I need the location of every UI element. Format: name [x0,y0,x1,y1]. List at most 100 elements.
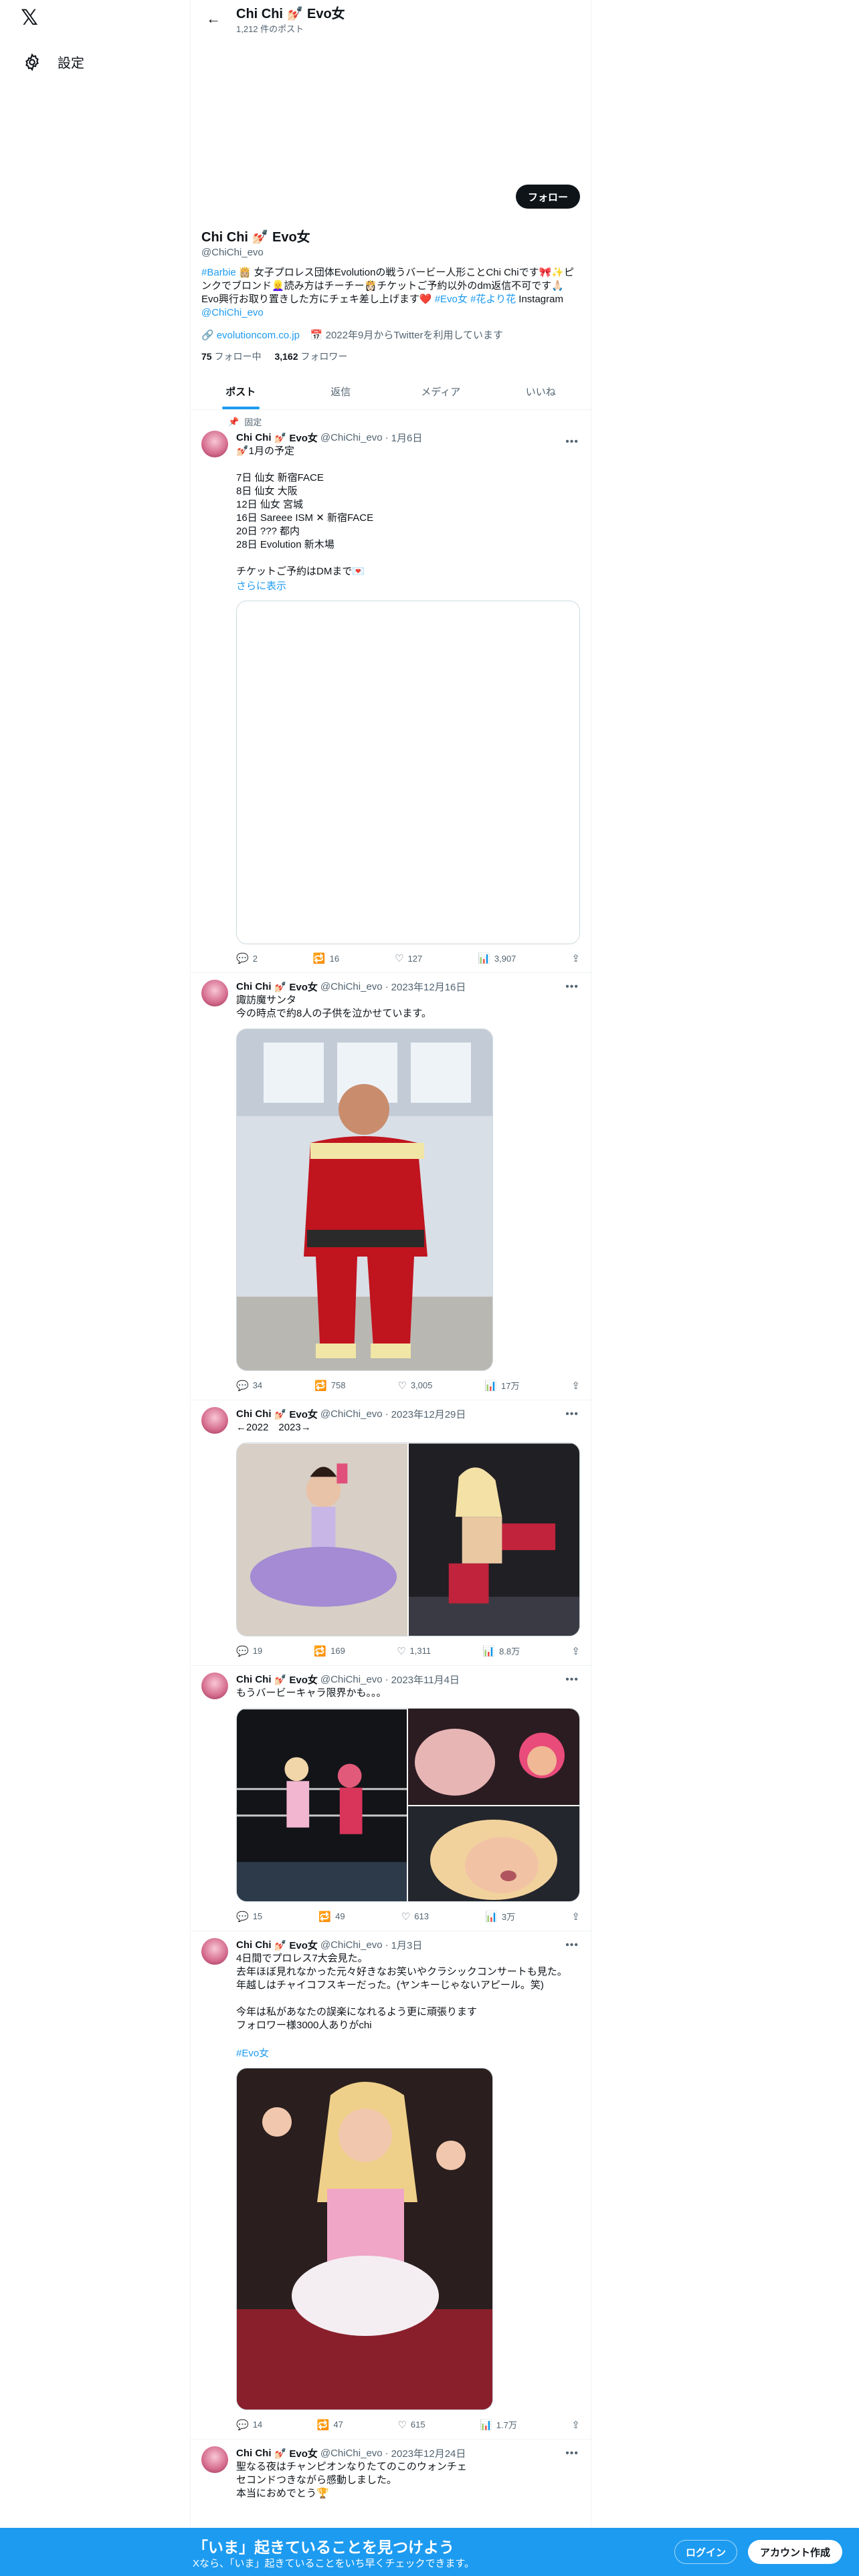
tweet-actions: 💬 14 🔁 47 ♡ 615 📊 1.7万 ⇪ [236,2418,580,2431]
tweet-photo-grid[interactable] [236,1442,580,1636]
avatar[interactable] [201,1407,228,1434]
retweet-button[interactable]: 🔁 169 [314,1644,345,1657]
pinned-label-row: 📌 固定 [191,410,591,428]
tweet-handle[interactable]: @ChiChi_evo [320,2448,383,2459]
profile-meta: 🔗 evolutioncom.co.jp 📅 2022年9月からTwitterを利用… [201,328,580,342]
tweet-photo-grid[interactable] [236,1708,580,1902]
tab-media[interactable]: メディア [391,374,491,409]
like-button[interactable]: ♡ 1,311 [397,1644,431,1657]
retweet-button[interactable]: 🔁 49 [318,1910,345,1923]
reply-button[interactable]: 💬 34 [236,1379,262,1392]
tweet[interactable]: Chi Chi 💅🏻 Evo女 @ChiChi_evo · 1月3日 4日間でプ… [191,1931,591,2440]
tab-replies[interactable]: 返信 [291,374,391,409]
more-icon[interactable]: ••• [565,981,579,993]
tweet-date[interactable]: 2023年11月4日 [391,1673,460,1687]
ring-photo[interactable] [237,1709,407,1902]
reply-button[interactable]: 💬 14 [236,2418,262,2431]
tweet-media[interactable] [236,601,580,944]
retweet-count: 47 [333,2420,343,2430]
bio-hashtag-barbie[interactable]: #Barbie [201,267,236,278]
followers-stat[interactable]: 3,162 フォロワー [274,350,347,363]
views-button[interactable]: 📊 8.8万 [482,1644,520,1657]
tweet-handle[interactable]: @ChiChi_evo [320,1674,383,1685]
tweet-handle[interactable]: @ChiChi_evo [320,432,383,443]
tweet-author-name[interactable]: Chi Chi [236,1939,272,1951]
tweet-handle[interactable]: @ChiChi_evo [320,1939,383,1951]
tab-likes[interactable]: いいね [491,374,591,409]
signup-button[interactable]: アカウント作成 [748,2540,843,2564]
tweet-author-name[interactable]: Chi Chi [236,1408,272,1420]
like-button[interactable]: ♡ 615 [397,2418,425,2431]
following-stat[interactable]: 75 フォロー中 [201,350,261,363]
tweet-date[interactable]: 1月3日 [391,1938,423,1952]
share-button[interactable]: ⇪ [571,2418,580,2431]
views-button[interactable]: 📊 3,907 [478,952,516,964]
views-button[interactable]: 📊 3万 [485,1910,515,1923]
tweet[interactable]: Chi Chi 💅🏻 Evo女 @ChiChi_evo · 1月6日 💅🏻1月の… [191,428,591,973]
tweet-author-name[interactable]: Chi Chi [236,981,272,992]
tweet-text: もうバービーキャラ限界かも。。。 [236,1687,387,1699]
share-button[interactable]: ⇪ [571,952,580,964]
reply-button[interactable]: 💬 19 [236,1644,262,1657]
avatar[interactable] [201,980,228,1006]
share-button[interactable]: ⇪ [571,1379,580,1392]
ballerina-photo[interactable] [237,1443,407,1636]
avatar[interactable] [201,2446,228,2473]
follow-button[interactable]: フォロー [515,185,580,209]
tab-posts[interactable]: ポスト [191,374,291,409]
bottom-signup-bar: 「いま」起きていることを見つけよう Xなら、「いま」起きていることをいち早くチェ… [0,2528,859,2576]
tweet-handle[interactable]: @ChiChi_evo [320,981,383,992]
more-icon[interactable]: ••• [565,1408,579,1420]
tweet-date[interactable]: 2023年12月29日 [391,1407,466,1421]
login-button[interactable]: ログイン [674,2540,738,2564]
tweet-date[interactable]: 1月6日 [391,431,423,445]
bio-hashtag-evo[interactable]: #Evo女 [435,294,468,305]
reply-icon: 💬 [236,1911,249,1923]
closeup-photo-2[interactable] [408,1806,579,1902]
more-icon[interactable]: ••• [565,436,579,448]
followers-count: 3,162 [274,351,298,362]
nav-settings[interactable]: 設定 [17,48,90,76]
reply-button[interactable]: 💬 15 [236,1910,262,1923]
retweet-button[interactable]: 🔁 758 [314,1379,345,1392]
tweet-hashtag[interactable]: #Evo女 [236,2046,580,2060]
avatar[interactable] [201,1938,228,1965]
show-more-link[interactable]: さらに表示 [236,578,580,593]
tweet-handle[interactable]: @ChiChi_evo [320,1408,383,1420]
wrestling-photo[interactable] [409,1443,579,1636]
retweet-button[interactable]: 🔁 16 [313,952,339,964]
retweet-button[interactable]: 🔁 47 [317,2418,343,2431]
tweet-photo-santa[interactable] [236,1029,493,1371]
tweet[interactable]: Chi Chi 💅🏻 Evo女 @ChiChi_evo · 2023年12月29… [191,1400,591,1666]
profile-website[interactable]: evolutioncom.co.jp [217,330,300,341]
avatar[interactable] [201,431,228,457]
like-button[interactable]: ♡ 3,005 [397,1379,432,1392]
bio-hashtag-hana[interactable]: #花より花 [470,294,516,305]
closeup-photo-1[interactable] [408,1709,579,1805]
tweet[interactable]: Chi Chi 💅🏻 Evo女 @ChiChi_evo · 2023年12月24… [191,2440,591,2508]
share-button[interactable]: ⇪ [571,1644,580,1657]
bio-instagram-link[interactable]: @ChiChi_evo [201,307,264,318]
more-icon[interactable]: ••• [565,2448,579,2460]
like-button[interactable]: ♡ 127 [395,952,422,964]
back-arrow-icon[interactable]: ← [201,7,225,31]
more-icon[interactable]: ••• [565,1939,579,1951]
pinned-label: 固定 [244,417,262,427]
more-icon[interactable]: ••• [565,1674,579,1686]
tweet[interactable]: Chi Chi 💅🏻 Evo女 @ChiChi_evo · 2023年12月16… [191,973,591,1400]
tweet-date[interactable]: 2023年12月16日 [391,980,466,994]
x-logo-icon[interactable]: 𝕏 [19,5,40,29]
tweet-author-name[interactable]: Chi Chi [236,432,272,443]
tweet-author-name[interactable]: Chi Chi [236,1674,272,1685]
share-button[interactable]: ⇪ [571,1910,580,1923]
tweet-author-name[interactable]: Chi Chi [236,2448,272,2459]
tweet-date[interactable]: 2023年12月24日 [391,2446,466,2460]
tweet[interactable]: Chi Chi 💅🏻 Evo女 @ChiChi_evo · 2023年11月4日… [191,1666,591,1931]
like-button[interactable]: ♡ 613 [401,1910,429,1923]
tweet-photo-pink[interactable] [236,2068,493,2410]
views-button[interactable]: 📊 17万 [484,1379,519,1392]
link-icon: 🔗 [201,329,214,341]
avatar[interactable] [201,1673,228,1699]
views-button[interactable]: 📊 1.7万 [480,2418,517,2431]
reply-button[interactable]: 💬 2 [236,952,258,964]
